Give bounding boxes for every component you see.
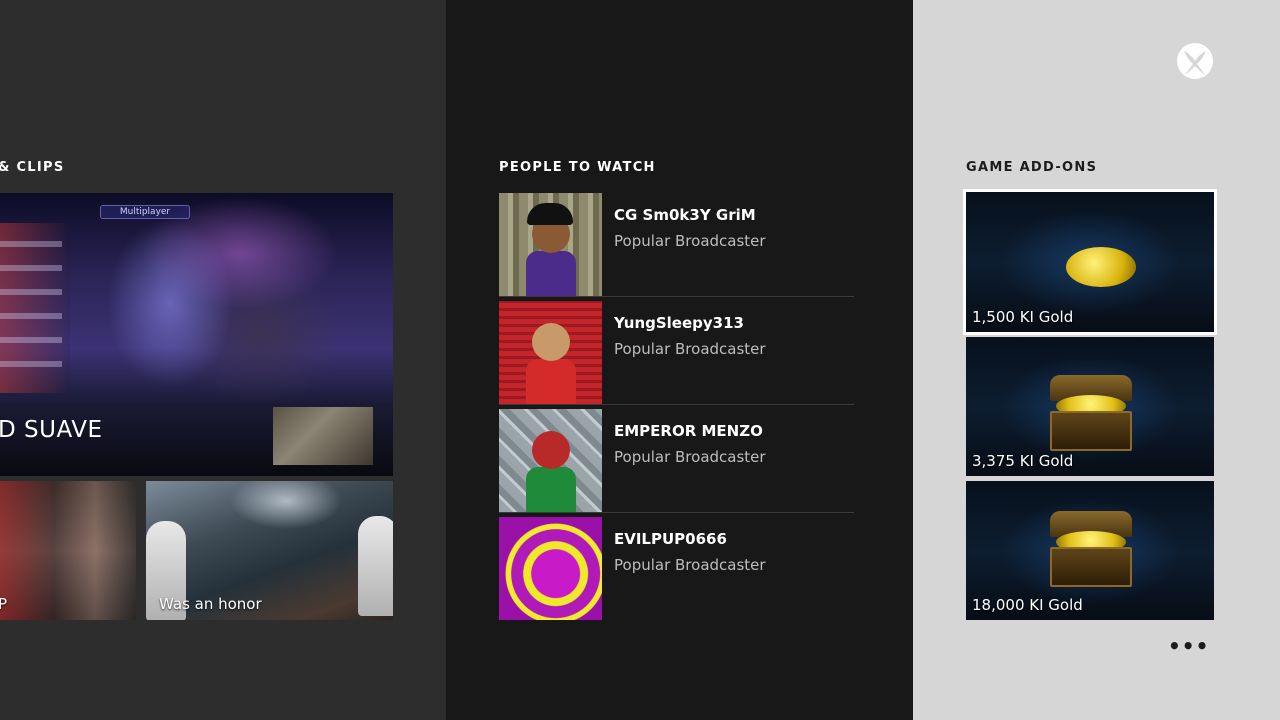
addons-heading: GAME ADD-ONS: [966, 160, 1098, 175]
gold-chest-icon: [1050, 511, 1132, 587]
person-avatar: [499, 409, 602, 512]
person-item-2[interactable]: YungSleepy313 Popular Broadcaster: [499, 301, 854, 405]
person-name: CG Sm0k3Y GriM: [614, 206, 756, 224]
webcam-inset: [273, 407, 373, 465]
addon-tile-2[interactable]: 3,375 KI Gold: [966, 337, 1214, 476]
person-name: EMPEROR MENZO: [614, 422, 763, 440]
clip-tile-1[interactable]: P: [0, 481, 136, 620]
person-role: Popular Broadcaster: [614, 340, 766, 358]
addon-label: 18,000 KI Gold: [972, 596, 1083, 614]
xbox-logo-icon: [1176, 42, 1214, 80]
people-heading: PEOPLE TO WATCH: [499, 160, 656, 175]
addon-tile-1[interactable]: 1,500 KI Gold: [963, 189, 1217, 335]
person-name: EVILPUP0666: [614, 530, 727, 548]
addon-label: 1,500 KI Gold: [972, 308, 1074, 326]
main-clip-title: D SUAVE: [0, 417, 103, 443]
addon-label: 3,375 KI Gold: [972, 452, 1074, 470]
addon-tile-3[interactable]: 18,000 KI Gold: [966, 481, 1214, 620]
person-role: Popular Broadcaster: [614, 556, 766, 574]
person-item-4[interactable]: EVILPUP0666 Popular Broadcaster: [499, 517, 854, 621]
clips-panel: & CLIPS Multiplayer D SUAVE P Was an hon…: [0, 0, 446, 720]
hud-multiplayer-banner: Multiplayer: [100, 205, 190, 219]
addons-panel: GAME ADD-ONS 1,500 KI Gold 3,375 KI Gold…: [913, 0, 1280, 720]
hud-menu: [0, 223, 70, 393]
gold-bag-icon: [1066, 247, 1136, 287]
person-role: Popular Broadcaster: [614, 232, 766, 250]
fighter-figure-right: [358, 516, 393, 616]
person-role: Popular Broadcaster: [614, 448, 766, 466]
more-options-button[interactable]: •••: [1168, 636, 1209, 656]
clips-heading: & CLIPS: [0, 160, 65, 175]
person-item-3[interactable]: EMPEROR MENZO Popular Broadcaster: [499, 409, 854, 513]
person-avatar: [499, 193, 602, 296]
person-name: YungSleepy313: [614, 314, 744, 332]
person-item-1[interactable]: CG Sm0k3Y GriM Popular Broadcaster: [499, 193, 854, 297]
people-panel: PEOPLE TO WATCH CG Sm0k3Y GriM Popular B…: [446, 0, 913, 720]
clip-tile-2[interactable]: Was an honor: [146, 481, 393, 620]
person-avatar: [499, 301, 602, 404]
main-clip-tile[interactable]: Multiplayer D SUAVE: [0, 193, 393, 476]
clip-tile-1-label: P: [0, 595, 8, 613]
person-avatar: [499, 517, 602, 620]
clip-tile-2-label: Was an honor: [159, 595, 262, 613]
gold-chest-icon: [1050, 375, 1132, 451]
hud-multiplayer-label: Multiplayer: [119, 207, 171, 217]
